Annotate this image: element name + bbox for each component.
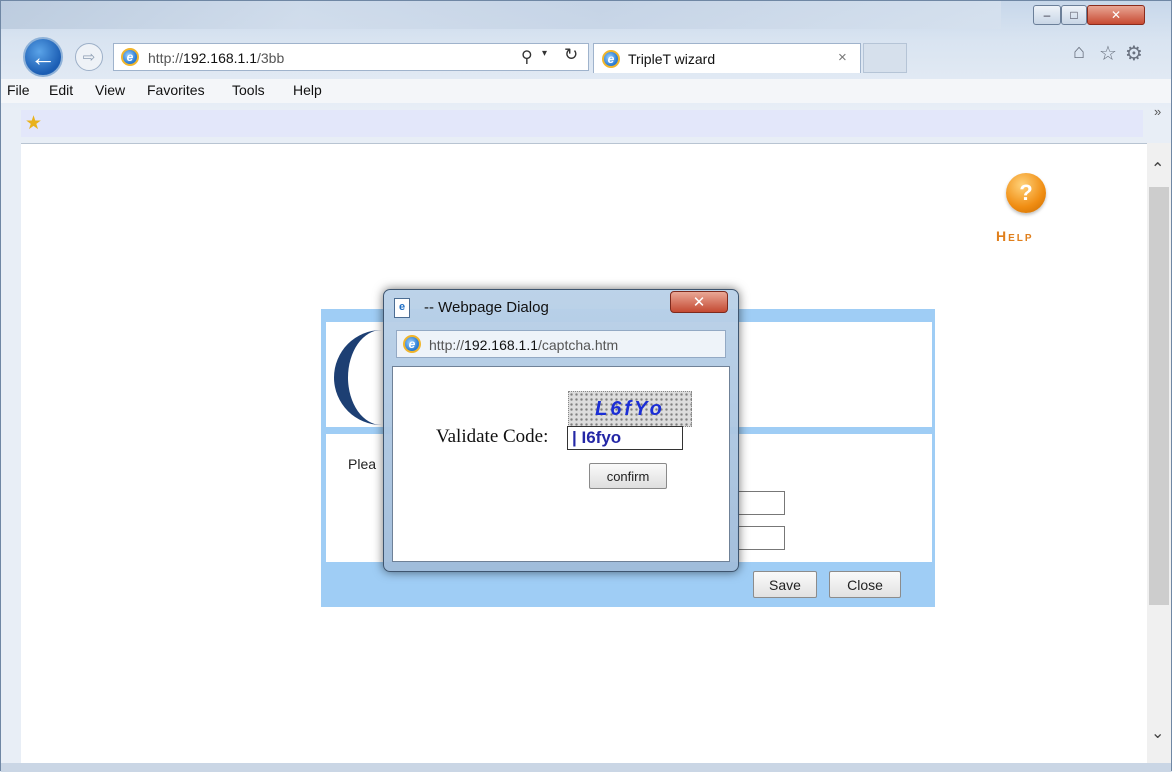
dialog-address-bar: e http://192.168.1.1/captcha.htm: [396, 330, 726, 358]
menu-file[interactable]: File: [7, 82, 30, 98]
taskbar-strip: [1, 1, 1001, 29]
dialog-url: http://192.168.1.1/captcha.htm: [429, 337, 618, 353]
tab-triplet-wizard[interactable]: e TripleT wizard ×: [593, 43, 861, 73]
new-tab-button[interactable]: [863, 43, 907, 73]
menu-tools[interactable]: Tools: [232, 82, 265, 98]
close-button[interactable]: Close: [829, 571, 901, 598]
favorites-bar: [21, 110, 1143, 137]
ie-icon: e: [403, 335, 421, 353]
home-icon[interactable]: ⌂: [1073, 41, 1085, 64]
dialog-body: L6fYo Validate Code: | I6fyo confirm: [392, 366, 730, 562]
browser-window: – □ ✕ ← ⇨ e http://192.168.1.1/3bb ⚲ ▾ ↻…: [0, 0, 1172, 772]
ie-icon: e: [602, 50, 620, 68]
url-prefix: http://: [148, 50, 184, 66]
search-icon[interactable]: ⚲: [521, 47, 533, 67]
validate-code-label: Validate Code:: [436, 426, 549, 447]
address-bar[interactable]: e http://192.168.1.1/3bb: [113, 43, 589, 71]
menu-favorites[interactable]: Favorites: [147, 82, 205, 98]
captcha-image: L6fYo: [568, 391, 692, 427]
tab-title: TripleT wizard: [628, 51, 716, 67]
minimize-button[interactable]: –: [1033, 5, 1061, 25]
wizard-input-1[interactable]: [737, 491, 785, 515]
maximize-button[interactable]: □: [1061, 5, 1087, 25]
webpage-dialog: e -- Webpage Dialog ✕ e http://192.168.1…: [383, 289, 739, 572]
address-url[interactable]: http://192.168.1.1/3bb: [148, 50, 284, 66]
close-window-button[interactable]: ✕: [1087, 5, 1145, 25]
menu-bar: File Edit View Favorites Tools Help: [1, 79, 1171, 103]
forward-button[interactable]: ⇨: [75, 43, 103, 71]
url-host: 192.168.1.1: [183, 50, 257, 66]
dialog-title: -- Webpage Dialog: [424, 299, 549, 316]
scroll-up-icon[interactable]: ⌃: [1151, 159, 1164, 179]
menu-view[interactable]: View: [95, 82, 125, 98]
url-path: /captcha.htm: [538, 337, 619, 353]
url-prefix: http://: [429, 337, 465, 353]
validate-code-input[interactable]: | I6fyo: [567, 426, 683, 450]
gear-icon[interactable]: ⚙: [1125, 41, 1143, 66]
url-path: /3bb: [257, 50, 285, 66]
page-icon: e: [394, 298, 410, 318]
back-button[interactable]: ←: [23, 37, 63, 77]
ie-icon: e: [121, 48, 139, 66]
chevron-right-icon[interactable]: »: [1154, 104, 1161, 119]
scroll-down-icon[interactable]: ⌄: [1151, 723, 1164, 743]
menu-edit[interactable]: Edit: [49, 82, 73, 98]
chevron-down-icon[interactable]: ▾: [542, 48, 547, 59]
refresh-icon[interactable]: ↻: [564, 45, 578, 65]
dialog-close-button[interactable]: ✕: [670, 291, 728, 313]
wizard-input-2[interactable]: [737, 526, 785, 550]
confirm-button[interactable]: confirm: [589, 463, 667, 489]
add-favorite-star-icon[interactable]: ★: [25, 112, 42, 135]
url-host: 192.168.1.1: [464, 337, 538, 353]
favorites-icon[interactable]: ☆: [1099, 41, 1117, 66]
wizard-instruction: Plea: [348, 456, 377, 472]
help-icon[interactable]: ?: [1006, 173, 1046, 213]
scrollbar-thumb[interactable]: [1149, 187, 1169, 605]
help-label[interactable]: Help: [996, 228, 1034, 244]
close-tab-icon[interactable]: ×: [838, 49, 847, 66]
save-button[interactable]: Save: [753, 571, 817, 598]
menu-help[interactable]: Help: [293, 82, 322, 98]
